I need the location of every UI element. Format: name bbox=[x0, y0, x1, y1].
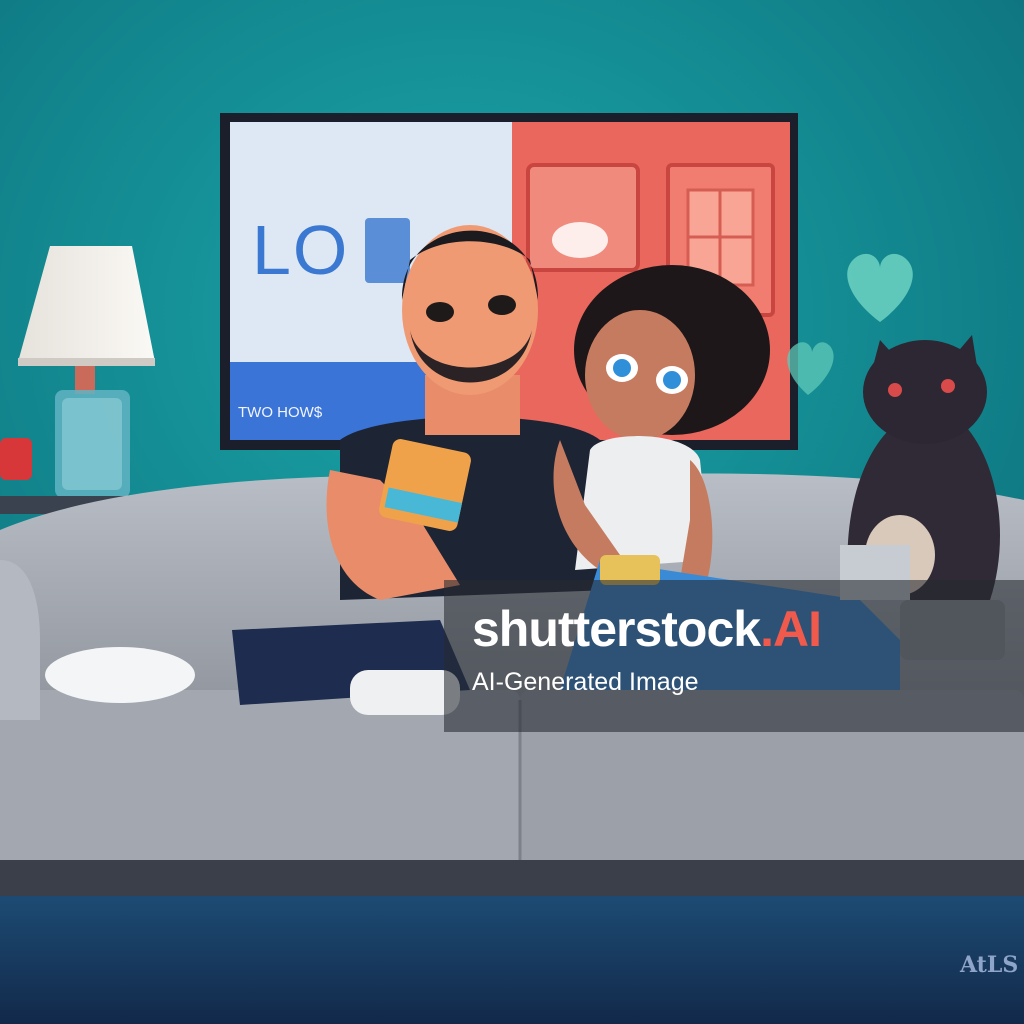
living-room-illustration: LO TWO HOW$ shutterstock.AI AI-Generated… bbox=[0, 0, 1024, 1024]
floor bbox=[0, 880, 1024, 1024]
watermark-caption: AI-Generated Image bbox=[472, 668, 699, 696]
tv-bottom-text: TWO HOW$ bbox=[238, 404, 323, 421]
shutterstock-watermark: shutterstock.AI AI-Generated Image bbox=[444, 580, 1024, 732]
red-object bbox=[0, 438, 32, 480]
watermark-logo: shutterstock.AI bbox=[472, 600, 822, 658]
artist-signature: AtLS bbox=[960, 952, 1019, 978]
watermark-ai-mark: .AI bbox=[760, 601, 822, 657]
watermark-brand: shutterstock bbox=[472, 601, 761, 657]
scene-artwork bbox=[0, 0, 1024, 1024]
tv-screen-text: LO bbox=[252, 211, 350, 289]
